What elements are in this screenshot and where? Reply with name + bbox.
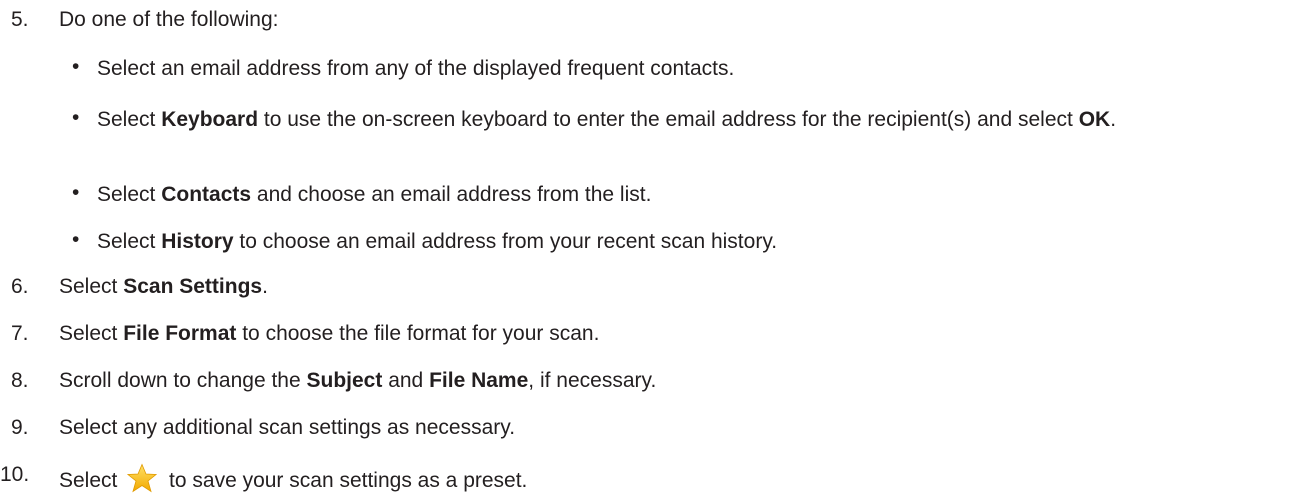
bullet-marker: • <box>72 181 80 204</box>
bullet-text: Select History to choose an email addres… <box>97 230 778 253</box>
step-text: Select File Format to choose the file fo… <box>59 322 600 345</box>
step-text: Scroll down to change the Subject and Fi… <box>59 369 657 392</box>
ui-term: File Format <box>123 322 237 345</box>
ui-term: Subject <box>306 369 383 392</box>
bullet-text: Select Keyboard to use the on-screen key… <box>97 108 1117 131</box>
step-text: Do one of the following: <box>59 8 279 31</box>
star-icon <box>127 463 158 493</box>
ui-term: OK <box>1078 108 1111 131</box>
ui-term: History <box>161 230 234 253</box>
bullet-marker: • <box>72 228 80 251</box>
bullet-text: Select an email address from any of the … <box>97 57 735 80</box>
step-number: 7. <box>11 322 29 345</box>
step-number: 8. <box>11 369 29 392</box>
step-text: Select any additional scan settings as n… <box>59 416 516 439</box>
ui-term: Keyboard <box>161 108 259 131</box>
ui-term: Contacts <box>161 183 252 206</box>
bullet-marker: • <box>72 106 80 129</box>
bullet-marker: • <box>72 55 80 78</box>
bullet-text: Select Contacts and choose an email addr… <box>97 183 652 206</box>
ui-term: File Name <box>429 369 529 392</box>
step-number: 6. <box>11 275 29 298</box>
step-number: 10. <box>0 463 30 486</box>
ui-term: Scan Settings <box>123 275 263 298</box>
step-number: 9. <box>11 416 29 439</box>
step-text: Select to save your scan settings as a p… <box>59 463 527 493</box>
step-number: 5. <box>11 8 29 31</box>
step-text: Select Scan Settings. <box>59 275 268 298</box>
